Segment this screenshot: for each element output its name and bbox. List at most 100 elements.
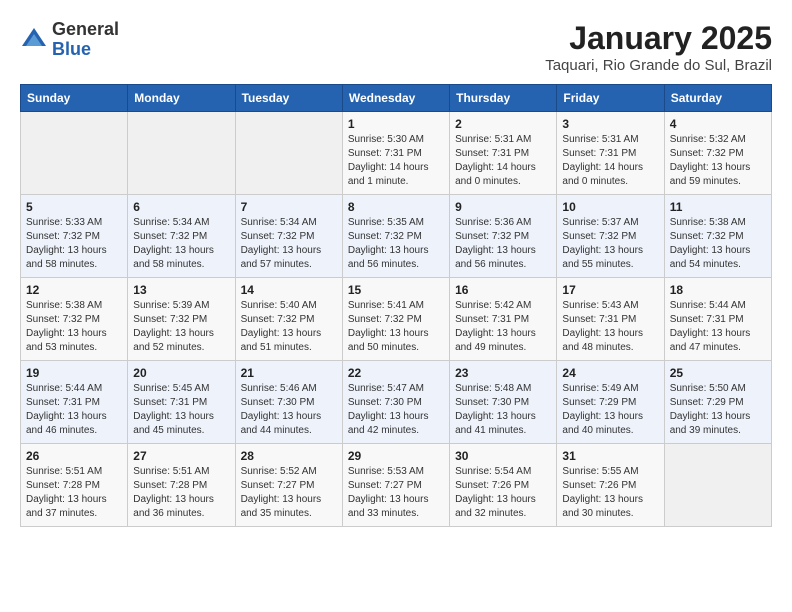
calendar-header: General Blue January 2025 Taquari, Rio G… [20,20,772,74]
calendar-cell: 16Sunrise: 5:42 AM Sunset: 7:31 PM Dayli… [450,278,557,361]
day-info: Sunrise: 5:55 AM Sunset: 7:26 PM Dayligh… [562,465,658,521]
calendar-table: SundayMondayTuesdayWednesdayThursdayFrid… [20,84,772,527]
day-number: 13 [133,283,229,297]
calendar-cell: 9Sunrise: 5:36 AM Sunset: 7:32 PM Daylig… [450,195,557,278]
day-info: Sunrise: 5:51 AM Sunset: 7:28 PM Dayligh… [26,465,122,521]
day-number: 22 [348,366,444,380]
calendar-cell: 6 Sunrise: 5:34 AM Sunset: 7:32 PM Daylig… [128,195,235,278]
day-info: Sunrise: 5:46 AM Sunset: 7:30 PM Dayligh… [241,382,337,438]
day-number: 27 [133,449,229,463]
calendar-cell: 5 Sunrise: 5:33 AM Sunset: 7:32 PM Daylig… [21,195,128,278]
calendar-cell: 18Sunrise: 5:44 AM Sunset: 7:31 PM Dayli… [664,278,771,361]
day-number: 2 [455,117,551,131]
day-info: Sunrise: 5:40 AM Sunset: 7:32 PM Dayligh… [241,299,337,355]
day-number: 26 [26,449,122,463]
calendar-cell: 31Sunrise: 5:55 AM Sunset: 7:26 PM Dayli… [557,444,664,527]
day-info: Sunrise: 5:45 AM Sunset: 7:31 PM Dayligh… [133,382,229,438]
day-header-thursday: Thursday [450,85,557,112]
calendar-cell: 8 Sunrise: 5:35 AM Sunset: 7:32 PM Daylig… [342,195,449,278]
calendar-cell: 30 Sunrise: 5:54 AM Sunset: 7:26 PM Dayli… [450,444,557,527]
day-number: 4 [670,117,766,131]
day-header-monday: Monday [128,85,235,112]
logo: General Blue [20,20,119,60]
calendar-title: January 2025 [545,20,772,57]
logo-blue: Blue [52,39,91,59]
day-header-sunday: Sunday [21,85,128,112]
calendar-cell: 26 Sunrise: 5:51 AM Sunset: 7:28 PM Dayli… [21,444,128,527]
calendar-cell: 27Sunrise: 5:51 AM Sunset: 7:28 PM Dayli… [128,444,235,527]
calendar-cell: 12 Sunrise: 5:38 AM Sunset: 7:32 PM Dayli… [21,278,128,361]
calendar-cell: 15Sunrise: 5:41 AM Sunset: 7:32 PM Dayli… [342,278,449,361]
calendar-cell: 29 Sunrise: 5:53 AM Sunset: 7:27 PM Dayli… [342,444,449,527]
day-number: 8 [348,200,444,214]
day-info: Sunrise: 5:54 AM Sunset: 7:26 PM Dayligh… [455,465,551,521]
day-info: Sunrise: 5:38 AM Sunset: 7:32 PM Dayligh… [26,299,122,355]
day-number: 25 [670,366,766,380]
day-number: 17 [562,283,658,297]
week-row-4: 19Sunrise: 5:44 AM Sunset: 7:31 PM Dayli… [21,361,772,444]
calendar-cell: 3 Sunrise: 5:31 AM Sunset: 7:31 PM Daylig… [557,112,664,195]
day-number: 6 [133,200,229,214]
days-header-row: SundayMondayTuesdayWednesdayThursdayFrid… [21,85,772,112]
day-number: 24 [562,366,658,380]
day-info: Sunrise: 5:52 AM Sunset: 7:27 PM Dayligh… [241,465,337,521]
day-number: 16 [455,283,551,297]
day-info: Sunrise: 5:34 AM Sunset: 7:32 PM Dayligh… [133,216,229,272]
day-number: 20 [133,366,229,380]
day-info: Sunrise: 5:48 AM Sunset: 7:30 PM Dayligh… [455,382,551,438]
day-info: Sunrise: 5:44 AM Sunset: 7:31 PM Dayligh… [670,299,766,355]
calendar-cell: 20 Sunrise: 5:45 AM Sunset: 7:31 PM Dayli… [128,361,235,444]
day-info: Sunrise: 5:30 AM Sunset: 7:31 PM Dayligh… [348,133,444,189]
calendar-cell: 22 Sunrise: 5:47 AM Sunset: 7:30 PM Dayli… [342,361,449,444]
calendar-cell: 23 Sunrise: 5:48 AM Sunset: 7:30 PM Dayli… [450,361,557,444]
calendar-cell: 19Sunrise: 5:44 AM Sunset: 7:31 PM Dayli… [21,361,128,444]
calendar-cell: 11Sunrise: 5:38 AM Sunset: 7:32 PM Dayli… [664,195,771,278]
day-header-saturday: Saturday [664,85,771,112]
day-info: Sunrise: 5:50 AM Sunset: 7:29 PM Dayligh… [670,382,766,438]
logo-general: General [52,19,119,39]
day-info: Sunrise: 5:33 AM Sunset: 7:32 PM Dayligh… [26,216,122,272]
day-number: 14 [241,283,337,297]
calendar-cell: 21Sunrise: 5:46 AM Sunset: 7:30 PM Dayli… [235,361,342,444]
day-info: Sunrise: 5:31 AM Sunset: 7:31 PM Dayligh… [562,133,658,189]
calendar-cell: 1 Sunrise: 5:30 AM Sunset: 7:31 PM Daylig… [342,112,449,195]
title-area: January 2025 Taquari, Rio Grande do Sul,… [545,20,772,74]
day-number: 30 [455,449,551,463]
week-row-1: 1 Sunrise: 5:30 AM Sunset: 7:31 PM Daylig… [21,112,772,195]
day-header-wednesday: Wednesday [342,85,449,112]
day-number: 3 [562,117,658,131]
calendar-cell: 4Sunrise: 5:32 AM Sunset: 7:32 PM Daylig… [664,112,771,195]
logo-text: General Blue [52,20,119,60]
day-header-tuesday: Tuesday [235,85,342,112]
week-row-2: 5 Sunrise: 5:33 AM Sunset: 7:32 PM Daylig… [21,195,772,278]
day-number: 10 [562,200,658,214]
calendar-cell: 17 Sunrise: 5:43 AM Sunset: 7:31 PM Dayli… [557,278,664,361]
day-number: 19 [26,366,122,380]
day-info: Sunrise: 5:31 AM Sunset: 7:31 PM Dayligh… [455,133,551,189]
day-info: Sunrise: 5:47 AM Sunset: 7:30 PM Dayligh… [348,382,444,438]
calendar-cell: 24 Sunrise: 5:49 AM Sunset: 7:29 PM Dayli… [557,361,664,444]
day-number: 15 [348,283,444,297]
day-number: 23 [455,366,551,380]
day-info: Sunrise: 5:37 AM Sunset: 7:32 PM Dayligh… [562,216,658,272]
day-info: Sunrise: 5:43 AM Sunset: 7:31 PM Dayligh… [562,299,658,355]
calendar-cell: 28Sunrise: 5:52 AM Sunset: 7:27 PM Dayli… [235,444,342,527]
day-info: Sunrise: 5:53 AM Sunset: 7:27 PM Dayligh… [348,465,444,521]
calendar-cell [21,112,128,195]
day-number: 5 [26,200,122,214]
logo-icon [20,26,48,54]
day-info: Sunrise: 5:49 AM Sunset: 7:29 PM Dayligh… [562,382,658,438]
day-header-friday: Friday [557,85,664,112]
calendar-cell: 7Sunrise: 5:34 AM Sunset: 7:32 PM Daylig… [235,195,342,278]
calendar-cell: 14 Sunrise: 5:40 AM Sunset: 7:32 PM Dayli… [235,278,342,361]
calendar-cell: 13 Sunrise: 5:39 AM Sunset: 7:32 PM Dayli… [128,278,235,361]
day-info: Sunrise: 5:35 AM Sunset: 7:32 PM Dayligh… [348,216,444,272]
day-number: 29 [348,449,444,463]
calendar-cell: 25 Sunrise: 5:50 AM Sunset: 7:29 PM Dayli… [664,361,771,444]
day-number: 1 [348,117,444,131]
day-number: 11 [670,200,766,214]
day-info: Sunrise: 5:39 AM Sunset: 7:32 PM Dayligh… [133,299,229,355]
day-info: Sunrise: 5:36 AM Sunset: 7:32 PM Dayligh… [455,216,551,272]
calendar-subtitle: Taquari, Rio Grande do Sul, Brazil [545,57,772,74]
day-number: 12 [26,283,122,297]
